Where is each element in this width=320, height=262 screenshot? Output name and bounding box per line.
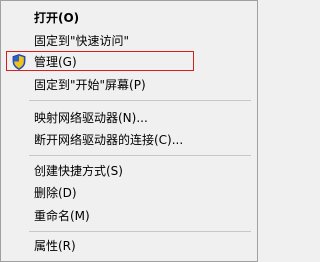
menu-item-map-network-drive[interactable]: 映射网络驱动器(N)... (1, 107, 257, 129)
menu-item-create-shortcut[interactable]: 创建快捷方式(S) (1, 160, 257, 182)
menu-item-pin-start[interactable]: 固定到"开始"屏幕(P) (1, 74, 257, 96)
menu-separator (29, 231, 251, 232)
menu-item-label: 重命名(M) (34, 209, 90, 223)
menu-item-label: 打开(O) (34, 11, 80, 25)
menu-item-label: 固定到"开始"屏幕(P) (34, 78, 146, 92)
menu-item-open[interactable]: 打开(O) (1, 7, 257, 29)
menu-item-label: 删除(D) (34, 186, 77, 200)
menu-item-disconnect-network-drive[interactable]: 断开网络驱动器的连接(C)... (1, 129, 257, 151)
menu-item-rename[interactable]: 重命名(M) (1, 205, 257, 227)
context-menu: 打开(O) 固定到"快速访问" 管理(G) 固定到"开始"屏幕(P) 映射网络驱… (0, 0, 258, 262)
menu-item-delete[interactable]: 删除(D) (1, 182, 257, 204)
menu-separator (29, 155, 251, 156)
manage-highlight-box (6, 51, 194, 71)
menu-item-label: 固定到"快速访问" (34, 34, 130, 48)
menu-item-pin-quick-access[interactable]: 固定到"快速访问" (1, 30, 257, 52)
menu-item-label: 断开网络驱动器的连接(C)... (34, 133, 184, 147)
menu-item-label: 映射网络驱动器(N)... (34, 111, 148, 125)
menu-item-label: 创建快捷方式(S) (34, 164, 123, 178)
menu-item-properties[interactable]: 属性(R) (1, 235, 257, 257)
menu-item-label: 属性(R) (34, 239, 76, 253)
menu-separator (29, 100, 251, 101)
